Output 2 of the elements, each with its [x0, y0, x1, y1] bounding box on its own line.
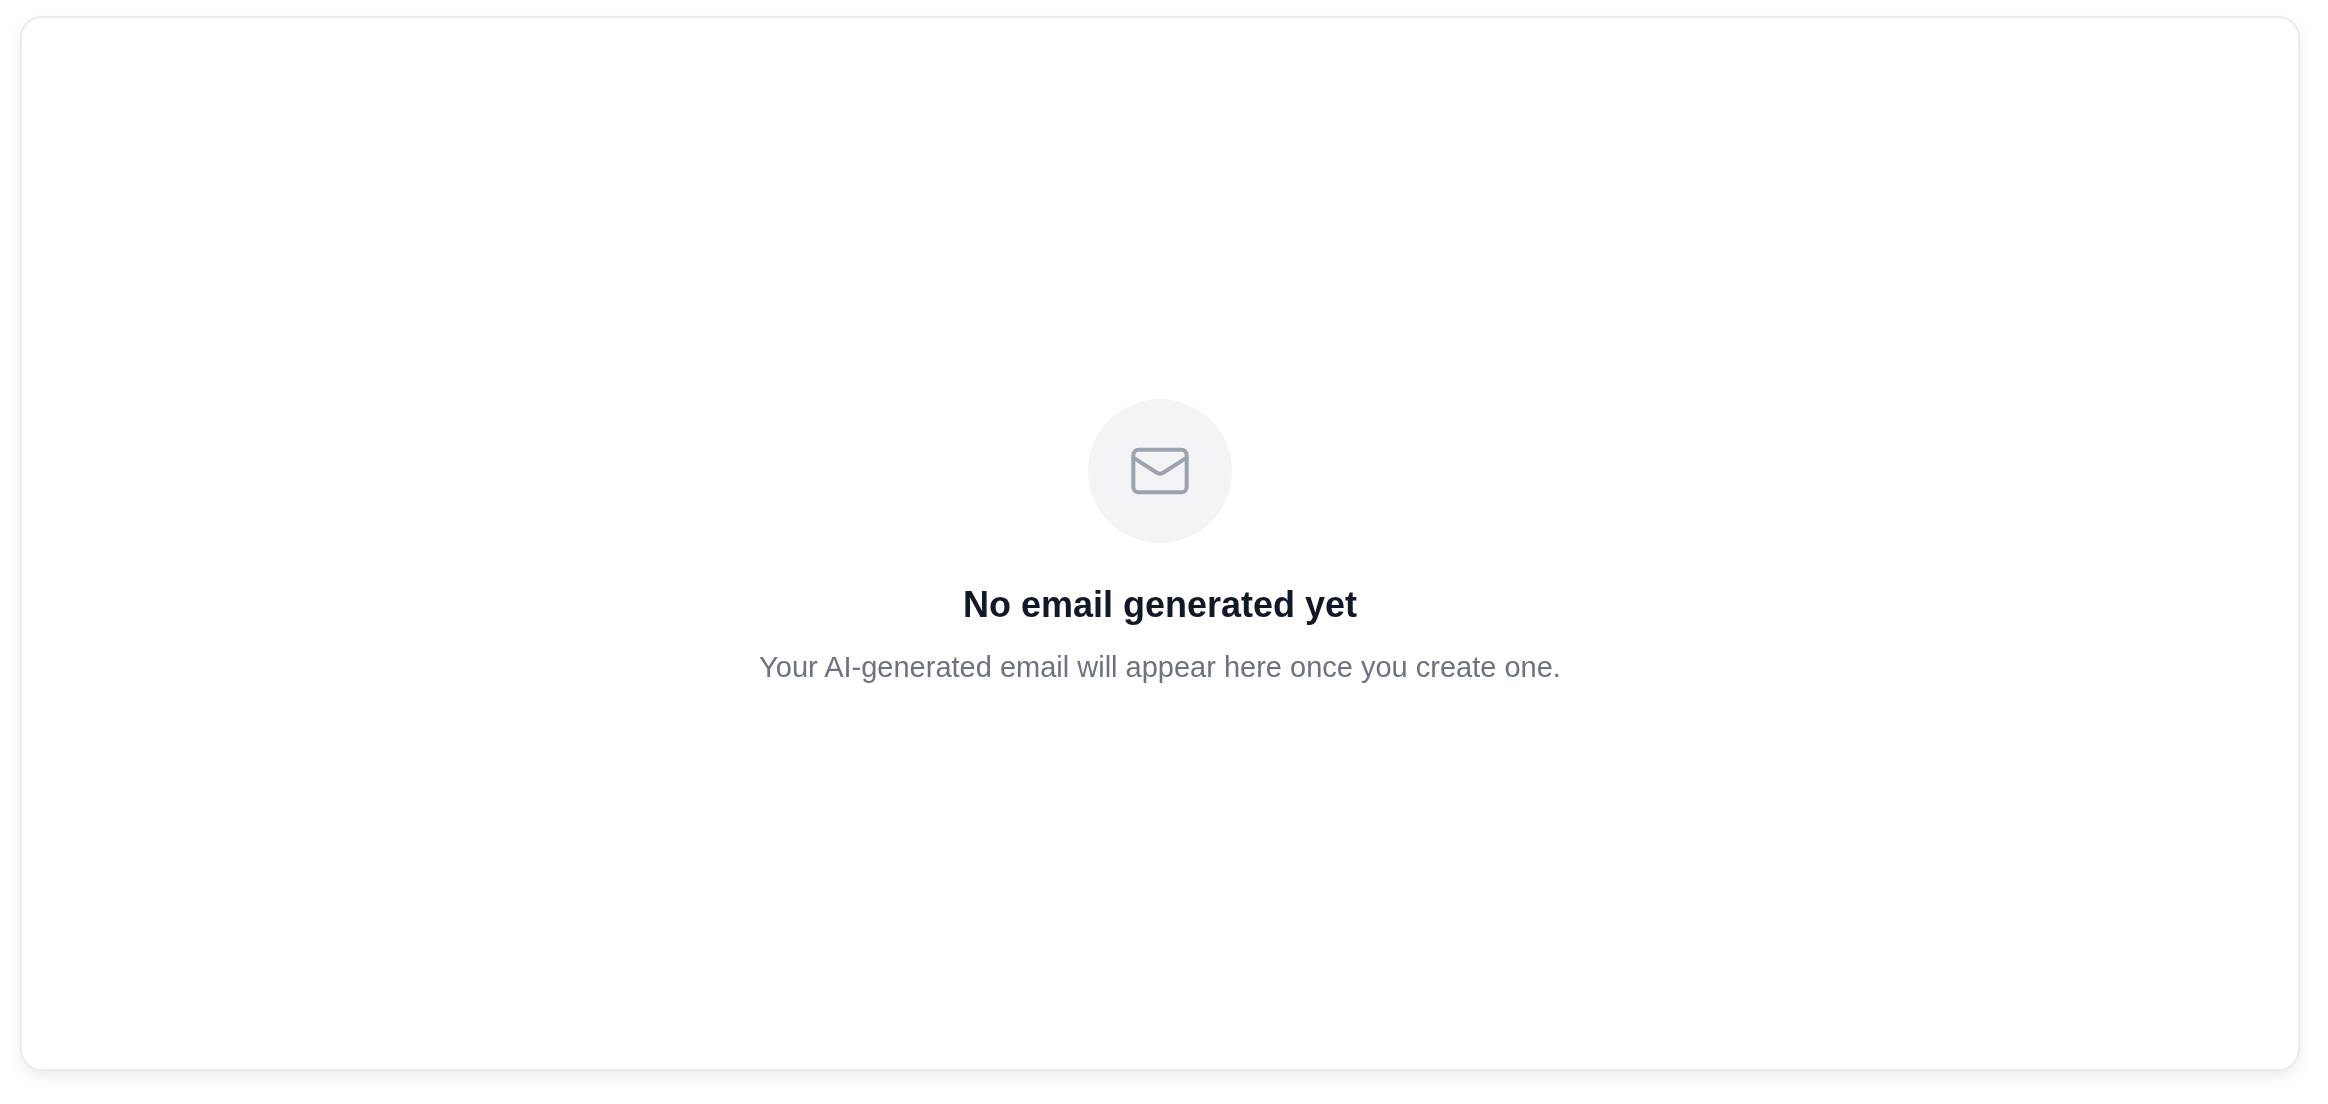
empty-state-title: No email generated yet: [962, 582, 1358, 627]
empty-state-message: Your AI-generated email will appear here once you create one.: [759, 649, 1561, 685]
